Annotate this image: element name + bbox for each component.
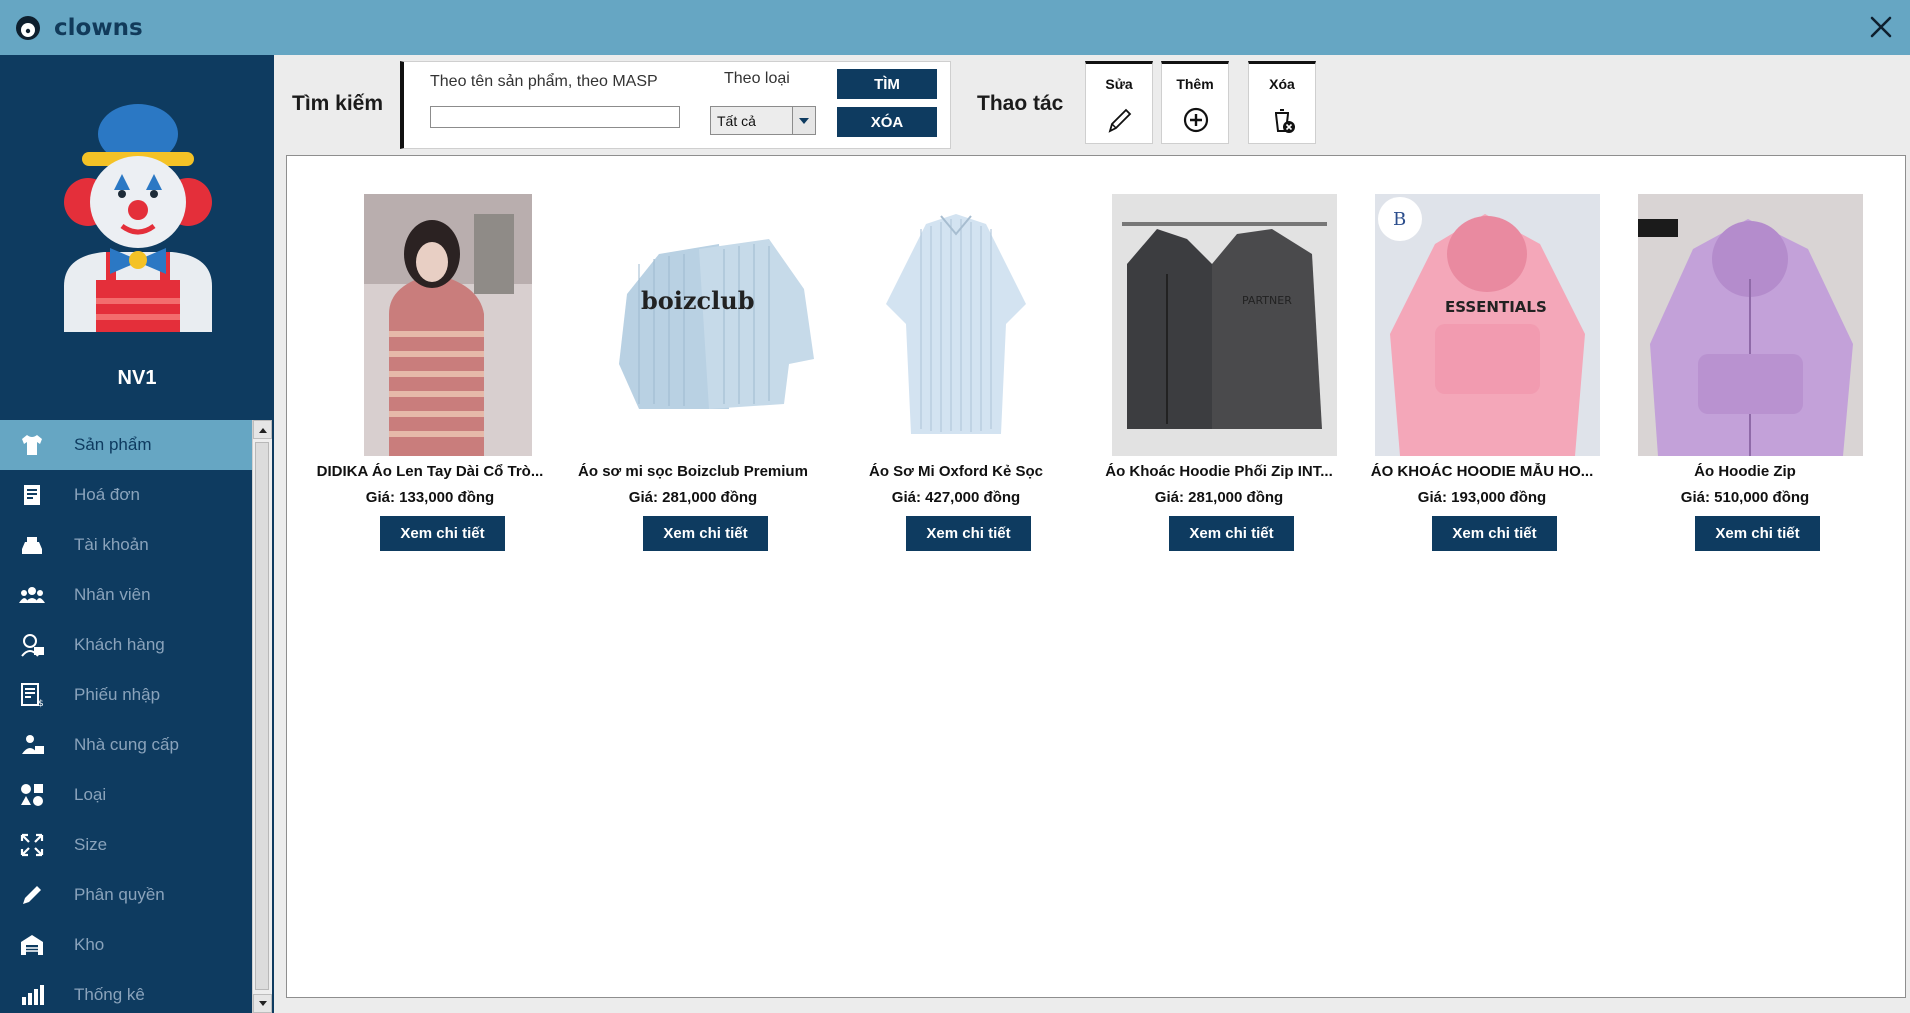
view-detail-button[interactable]: Xem chi tiết — [1169, 516, 1294, 551]
sidebar-item-label: Phân quyền — [74, 885, 165, 904]
type-filter-value: Tất cả — [717, 113, 756, 129]
staff-icon — [18, 581, 46, 609]
sidebar-item-label: Tài khoản — [74, 535, 149, 554]
plus-circle-icon — [1183, 107, 1209, 133]
view-detail-button[interactable]: Xem chi tiết — [1695, 516, 1820, 551]
sidebar-item-nhan-vien[interactable]: Nhân viên — [0, 570, 252, 620]
product-name: ÁO KHOÁC HOODIE MẪU HO... — [1370, 463, 1594, 480]
product-price: Giá: 281,000 đồng — [628, 489, 758, 506]
sidebar: NV1 Sản phẩm Hoá đơn Tài khoản Nhân viên — [0, 55, 274, 1013]
title-bar: clowns — [0, 0, 1910, 55]
search-label: Tìm kiếm — [292, 92, 384, 115]
svg-text:$: $ — [38, 699, 44, 708]
product-image[interactable]: PARTNER — [1112, 194, 1337, 456]
svg-text:ESSENTIALS: ESSENTIALS — [1445, 298, 1547, 316]
sidebar-item-label: Sản phẩm — [74, 435, 152, 454]
search-input[interactable] — [430, 106, 680, 128]
add-button[interactable]: Thêm — [1161, 61, 1229, 144]
sidebar-menu: Sản phẩm Hoá đơn Tài khoản Nhân viên Khá… — [0, 420, 252, 1013]
clear-button[interactable]: XÓA — [837, 107, 937, 137]
resize-icon — [18, 831, 46, 859]
scroll-down-arrow-icon[interactable] — [253, 994, 272, 1013]
type-filter-select[interactable]: Tất cả — [710, 106, 816, 135]
product-image[interactable]: boizclub — [599, 194, 824, 456]
sidebar-item-kho[interactable]: Kho — [0, 920, 252, 970]
svg-text:boizclub: boizclub — [641, 286, 755, 315]
account-icon — [18, 531, 46, 559]
delete-label: Xóa — [1269, 76, 1295, 92]
chevron-down-icon[interactable] — [792, 107, 815, 134]
product-image[interactable] — [364, 194, 532, 456]
product-name: Áo Khoác Hoodie Phối Zip INT... — [1105, 463, 1333, 480]
add-label: Thêm — [1176, 76, 1214, 92]
supplier-icon — [18, 731, 46, 759]
category-icon — [18, 781, 46, 809]
trash-icon — [1275, 109, 1295, 133]
sidebar-item-loai[interactable]: Loại — [0, 770, 252, 820]
view-detail-button[interactable]: Xem chi tiết — [380, 516, 505, 551]
actions-label: Thao tác — [977, 92, 1064, 115]
product-price: Giá: 133,000 đồng — [365, 489, 495, 506]
sidebar-item-label: Phiếu nhập — [74, 685, 161, 704]
app-title: clowns — [54, 14, 143, 41]
edit-button[interactable]: Sửa — [1085, 61, 1153, 144]
product-price: Giá: 510,000 đồng — [1680, 489, 1810, 506]
pencil-icon — [18, 881, 46, 909]
view-detail-button[interactable]: Xem chi tiết — [1432, 516, 1557, 551]
sidebar-item-label: Khách hàng — [74, 635, 165, 654]
product-image[interactable] — [866, 194, 1046, 456]
product-name: Áo Sơ Mi Oxford Kẻ Sọc — [868, 463, 1044, 480]
sidebar-item-phan-quyen[interactable]: Phân quyền — [0, 870, 252, 920]
clown-avatar — [64, 104, 212, 332]
view-detail-button[interactable]: Xem chi tiết — [906, 516, 1031, 551]
sidebar-item-hoa-don[interactable]: Hoá đơn — [0, 470, 252, 520]
product-price: Giá: 427,000 đồng — [891, 489, 1021, 506]
sidebar-item-nha-cung-cap[interactable]: Nhà cung cấp — [0, 720, 252, 770]
scroll-up-arrow-icon[interactable] — [253, 420, 272, 439]
sidebar-item-label: Thống kê — [74, 985, 145, 1004]
product-name: Áo Hoodie Zip — [1694, 463, 1796, 480]
product-price: Giá: 193,000 đồng — [1417, 489, 1547, 506]
edit-label: Sửa — [1105, 76, 1133, 92]
search-panel: Theo tên sản phẩm, theo MASP Theo loại T… — [400, 61, 951, 149]
sidebar-item-label: Size — [74, 835, 108, 854]
scrollbar-thumb[interactable] — [255, 442, 269, 990]
view-detail-button[interactable]: Xem chi tiết — [643, 516, 768, 551]
product-name: DIDIKA Áo Len Tay Dài Cổ Trò... — [316, 463, 544, 480]
sidebar-item-label: Hoá đơn — [74, 485, 140, 504]
sidebar-item-label: Nhà cung cấp — [74, 735, 179, 754]
user-name: NV1 — [117, 367, 157, 389]
sidebar-item-size[interactable]: Size — [0, 820, 252, 870]
sidebar-item-tai-khoan[interactable]: Tài khoản — [0, 520, 252, 570]
product-name: Áo sơ mi sọc Boizclub Premium — [578, 463, 808, 480]
search-name-label: Theo tên sản phẩm, theo MASP — [430, 73, 658, 90]
product-image[interactable] — [1638, 194, 1863, 456]
find-button[interactable]: TÌM — [837, 69, 937, 99]
sidebar-item-phieu-nhap[interactable]: $ Phiếu nhập — [0, 670, 252, 720]
sidebar-item-khach-hang[interactable]: Khách hàng — [0, 620, 252, 670]
type-filter-label: Theo loại — [724, 70, 790, 87]
sidebar-item-label: Nhân viên — [74, 585, 151, 604]
sidebar-scrollbar[interactable] — [252, 420, 272, 1013]
product-image[interactable]: ESSENTIALS B — [1375, 194, 1600, 456]
svg-text:B: B — [1393, 209, 1406, 230]
pencil-icon — [1108, 108, 1132, 133]
invoice-icon — [18, 481, 46, 509]
clown-logo-icon — [16, 15, 40, 40]
statistics-icon — [18, 981, 46, 1009]
close-icon[interactable] — [1866, 12, 1896, 42]
sidebar-item-san-pham[interactable]: Sản phẩm — [0, 420, 252, 470]
import-receipt-icon: $ — [18, 681, 46, 709]
shirt-icon — [18, 431, 46, 459]
customer-icon — [18, 631, 46, 659]
product-grid: DIDIKA Áo Len Tay Dài Cổ Trò... Giá: 133… — [286, 155, 1906, 998]
product-price: Giá: 281,000 đồng — [1154, 489, 1284, 506]
sidebar-item-label: Kho — [74, 935, 105, 954]
warehouse-icon — [18, 931, 46, 959]
delete-button[interactable]: Xóa — [1248, 61, 1316, 144]
sidebar-item-label: Loại — [74, 785, 107, 804]
svg-text:PARTNER: PARTNER — [1242, 294, 1292, 307]
sidebar-item-thong-ke[interactable]: Thống kê — [0, 970, 252, 1013]
